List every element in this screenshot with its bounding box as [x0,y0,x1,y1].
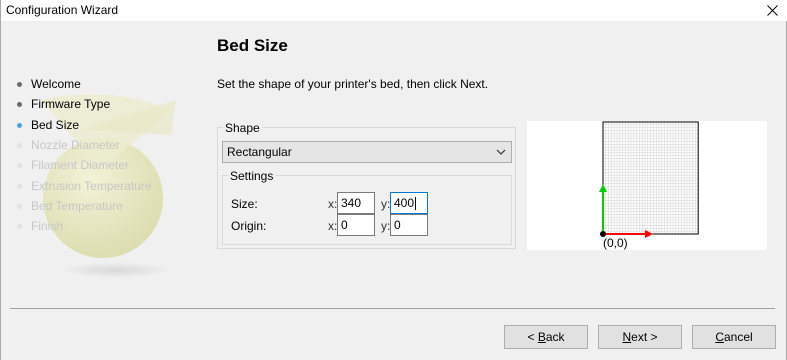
step-bullet [17,81,22,87]
step-label: Extrusion Temperature [31,179,152,193]
size-y-input[interactable]: 400 [390,192,428,214]
settings-group: Settings Size: x: 340 y: 400 Origin: x: … [222,169,512,245]
origin-y-value: 0 [394,218,401,232]
step-finish: Finish [17,218,63,234]
step-bullet [17,162,22,168]
origin-label: Origin: [231,219,267,233]
cancel-rest: ancel [723,330,753,344]
back-rest: ack [545,330,565,344]
size-x-value: 340 [341,196,362,210]
size-y-value: 400 [394,196,415,210]
step-label: Nozzle Diameter [31,138,120,152]
origin-x-label: x: [328,219,338,233]
step-bullet [17,142,22,148]
step-bullet [17,203,22,209]
step-extrusion-temperature: Extrusion Temperature [17,178,152,194]
step-label: Filament Diameter [31,158,130,172]
size-x-label: x: [328,197,338,211]
step-bullet [17,101,22,107]
bed-preview: (0,0) [527,121,767,250]
size-x-input[interactable]: 340 [337,192,375,214]
close-icon [766,5,778,16]
origin-x-input[interactable]: 0 [337,214,375,236]
back-accel: B [537,330,546,344]
cancel-accel: C [715,330,724,344]
step-bullet [17,223,22,229]
shape-select[interactable]: Rectangular [222,141,512,163]
origin-label: (0,0) [603,236,628,250]
page-description: Set the shape of your printer's bed, the… [217,77,489,91]
shape-group: Shape Rectangular Settings Size: x: 340 … [217,121,516,249]
step-filament-diameter: Filament Diameter [17,157,129,173]
text-caret [415,196,417,210]
window-title: Configuration Wizard [6,3,119,17]
step-label: Firmware Type [31,97,111,111]
size-label: Size: [231,197,258,211]
size-y-label: y: [381,197,391,211]
step-bullet [17,122,22,128]
cancel-button[interactable]: Cancel [692,325,776,349]
configuration-wizard-window: Configuration Wizard Welcome Firmware Ty… [0,0,787,360]
step-bullet [17,183,22,189]
back-button[interactable]: < Back [504,325,588,349]
next-accel: N [622,330,632,344]
step-nozzle-diameter: Nozzle Diameter [17,137,120,153]
page-title: Bed Size [217,36,288,55]
close-button[interactable] [756,0,787,21]
chevron-down-icon [496,149,506,155]
next-rest: ext > [631,330,658,344]
step-welcome: Welcome [17,76,81,92]
step-bed-size: Bed Size [17,117,79,133]
next-button[interactable]: Next > [598,325,682,349]
bed-grid [602,121,699,235]
footer-separator [10,308,775,309]
step-bed-temperature: Bed Temperature [17,198,123,214]
step-label: Welcome [31,77,81,91]
title-bar[interactable]: Configuration Wizard [1,0,787,21]
origin-y-label: y: [381,219,391,233]
step-label: Finish [31,219,64,233]
step-firmware-type: Firmware Type [17,96,110,112]
settings-group-label: Settings [228,169,276,183]
back-prefix: < [527,330,538,344]
shape-select-value: Rectangular [227,145,292,159]
step-label: Bed Temperature [31,199,123,213]
bed-preview-canvas: (0,0) [599,121,699,250]
step-label: Bed Size [31,118,80,132]
origin-y-input[interactable]: 0 [390,214,428,236]
origin-x-value: 0 [341,218,348,232]
shape-group-label: Shape [223,121,262,135]
